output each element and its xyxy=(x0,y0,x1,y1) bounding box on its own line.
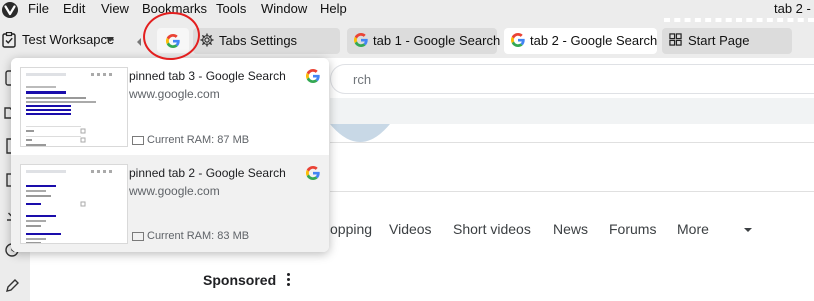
menu-window[interactable]: Window xyxy=(261,0,307,20)
google-icon xyxy=(306,69,320,83)
result-row xyxy=(330,142,814,192)
google-icon xyxy=(511,33,525,47)
workspace-button[interactable]: Test Worksapce xyxy=(0,28,124,52)
tab-google-search-1[interactable]: tab 1 - Google Search xyxy=(347,28,501,54)
popup-tab-title: pinned tab 2 - Google Search xyxy=(129,166,286,180)
menu-file[interactable]: File xyxy=(28,0,49,20)
menu-help[interactable]: Help xyxy=(320,0,347,20)
search-tab-shopping[interactable]: opping xyxy=(330,221,372,237)
search-input-text: rch xyxy=(353,72,372,87)
tab-stack-arrow-icon[interactable] xyxy=(137,38,141,46)
popup-tab-ram: Current RAM: 83 MB xyxy=(147,230,250,242)
results-strip xyxy=(330,98,814,124)
tab-thumbnail xyxy=(20,67,128,147)
search-tab-more[interactable]: More xyxy=(677,221,709,237)
tab-google-search-2-active[interactable]: tab 2 - Google Search xyxy=(504,28,657,54)
search-tab-short-videos[interactable]: Short videos xyxy=(453,221,531,237)
edit-icon[interactable] xyxy=(4,278,20,294)
tab-label: tab 1 - Google Search xyxy=(373,33,501,48)
search-tab-news[interactable]: News xyxy=(553,221,588,237)
pinned-tab-stack[interactable] xyxy=(157,28,189,53)
tab-label: Tabs Settings xyxy=(219,33,298,48)
popup-tab-ram: Current RAM: 87 MB xyxy=(147,134,250,146)
popup-tab-url: www.google.com xyxy=(129,184,220,198)
tab-stack-popup: pinned tab 3 - Google Search www.google.… xyxy=(11,58,329,252)
tab-start-page[interactable]: Start Page xyxy=(662,28,792,54)
tab-bar: Test Worksapce Tabs Settings tab 1 - Goo… xyxy=(0,20,814,58)
tab-label: Start Page xyxy=(688,33,750,48)
popup-tab-url: www.google.com xyxy=(129,87,220,101)
menu-edit[interactable]: Edit xyxy=(63,0,85,20)
chevron-down-icon xyxy=(106,37,114,42)
sponsored-label: Sponsored xyxy=(203,272,277,288)
popup-tab-card[interactable]: pinned tab 2 - Google Search www.google.… xyxy=(11,155,329,252)
memory-icon xyxy=(132,136,144,145)
google-icon xyxy=(306,166,320,180)
search-tab-forums[interactable]: Forums xyxy=(609,221,656,237)
tab-label: tab 2 - Google Search xyxy=(530,33,658,48)
chevron-down-icon xyxy=(744,228,752,232)
popup-tab-card[interactable]: pinned tab 3 - Google Search www.google.… xyxy=(11,58,329,155)
search-input[interactable]: rch xyxy=(330,64,814,94)
google-icon xyxy=(354,33,368,47)
memory-icon xyxy=(132,232,144,241)
vivaldi-logo-icon[interactable] xyxy=(0,1,20,19)
menu-bar: File Edit View Bookmarks Tools Window He… xyxy=(0,0,814,20)
google-icon xyxy=(166,34,180,48)
menu-bookmarks[interactable]: Bookmarks xyxy=(142,0,207,20)
gear-icon xyxy=(200,33,214,47)
more-options-icon[interactable] xyxy=(284,272,292,288)
tab-thumbnail xyxy=(20,164,128,244)
grid-icon xyxy=(669,33,682,46)
menu-tools[interactable]: Tools xyxy=(216,0,246,20)
workspace-label: Test Worksapce xyxy=(22,32,115,47)
popup-tab-title: pinned tab 3 - Google Search xyxy=(129,69,286,83)
tab-bar-divider-lower xyxy=(664,20,814,22)
search-tab-videos[interactable]: Videos xyxy=(389,221,432,237)
menu-view[interactable]: View xyxy=(101,0,129,20)
workspace-icon xyxy=(2,32,16,48)
tab-settings[interactable]: Tabs Settings xyxy=(193,28,340,54)
window-title: tab 2 - xyxy=(774,1,811,16)
